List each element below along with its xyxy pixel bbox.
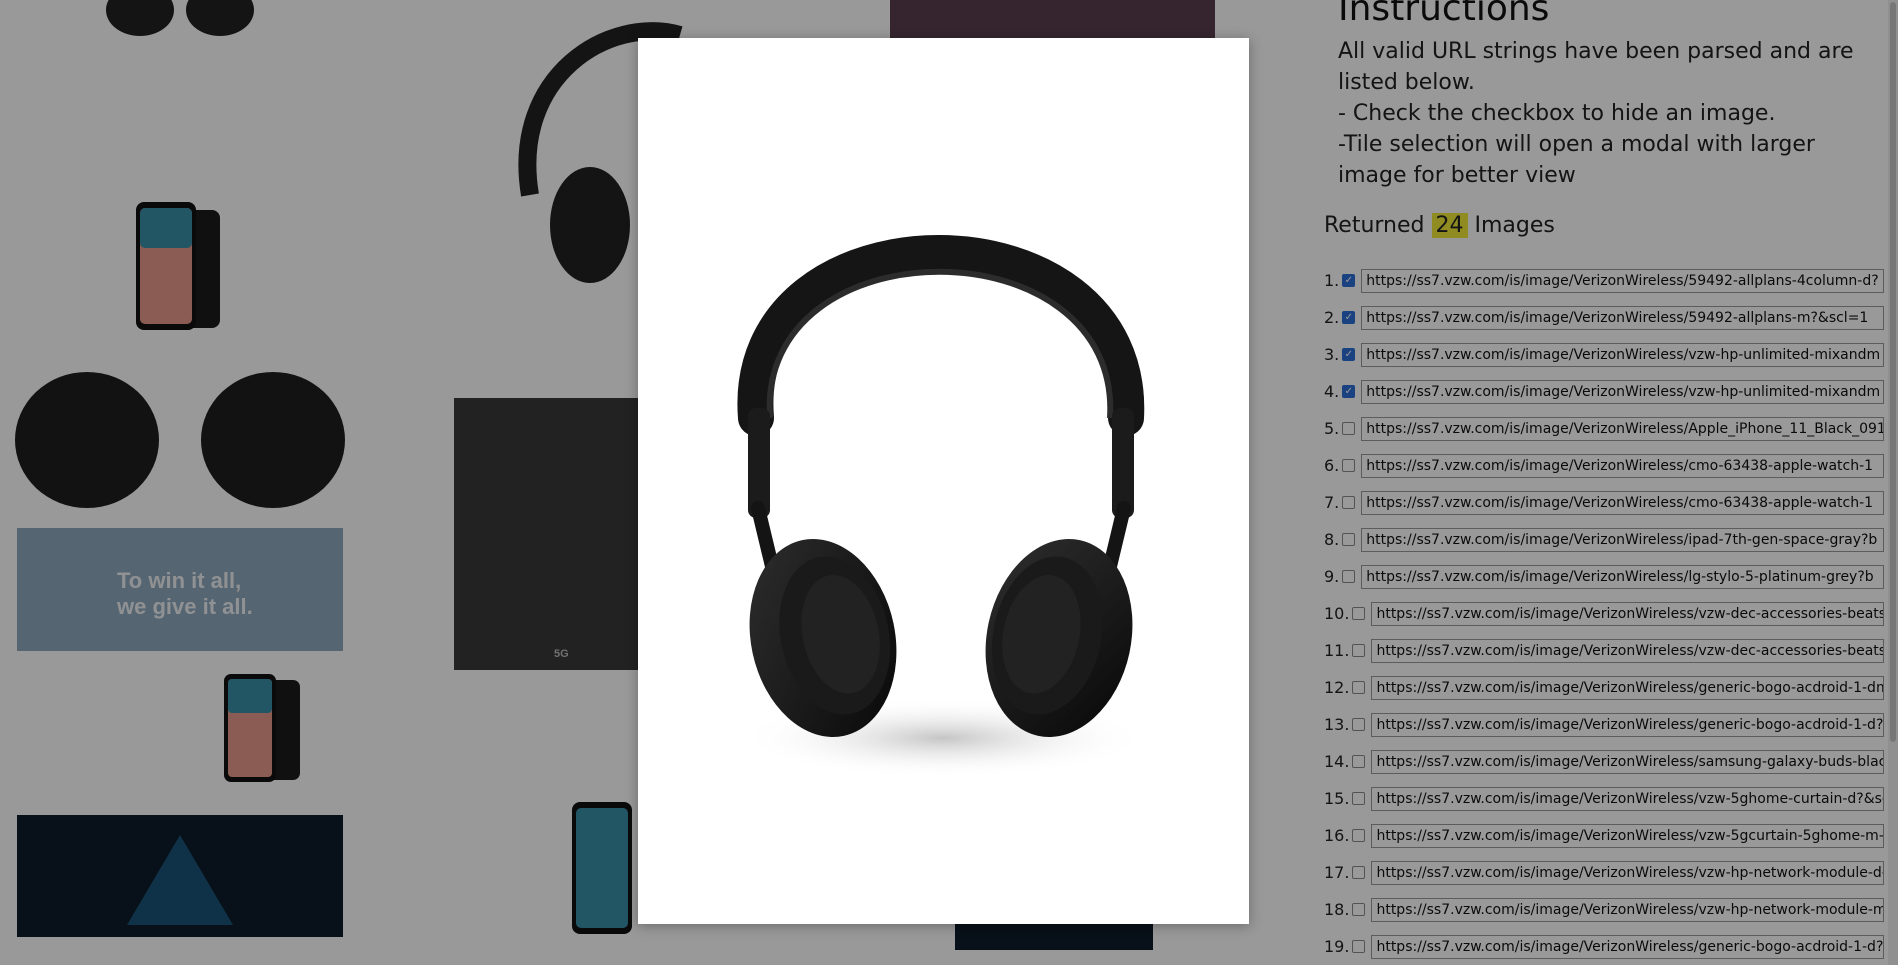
headphones-icon <box>737 235 1148 778</box>
image-modal <box>638 38 1249 924</box>
